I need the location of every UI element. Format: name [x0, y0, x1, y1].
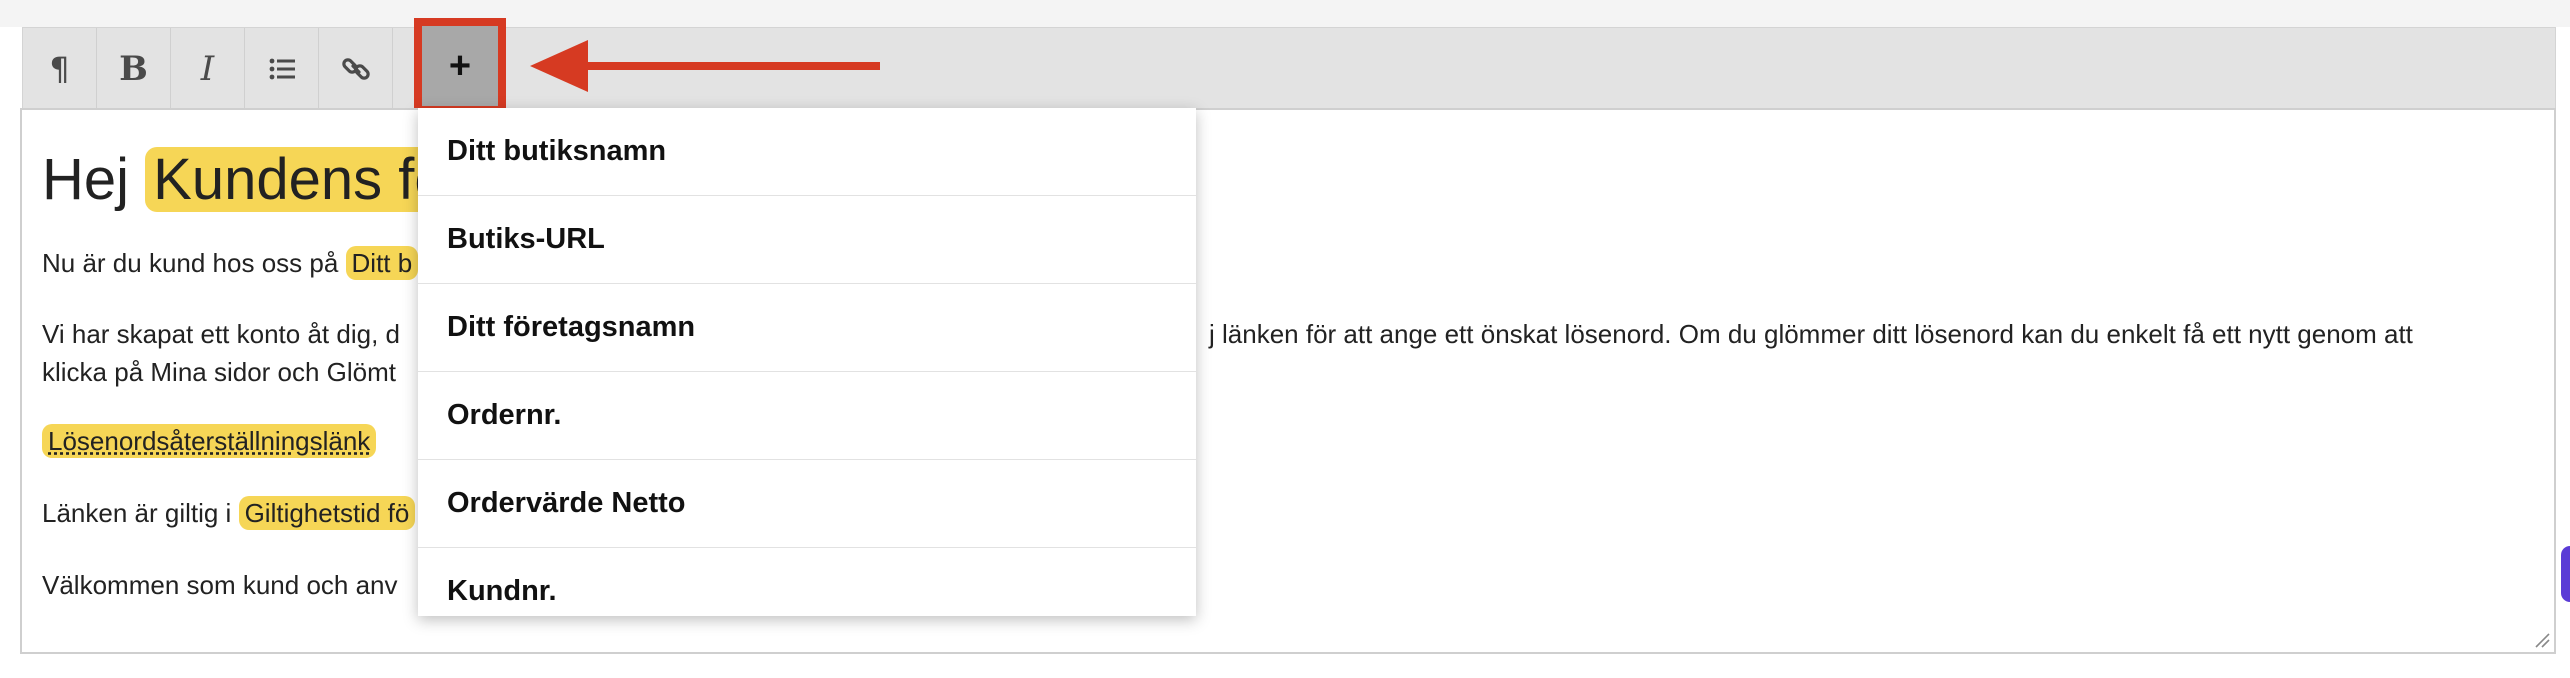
editor-toolbar: ¶ B I — [22, 27, 2556, 110]
dropdown-item-customer-number[interactable]: Kundnr. — [418, 548, 1196, 616]
paragraph-icon: ¶ — [49, 50, 70, 88]
paragraph-validity: Länken är giltig i Giltighetstid fö — [42, 494, 416, 532]
bullet-list-icon — [269, 58, 295, 80]
paragraph-reset-link: Lösenordsåterställningslänk — [42, 422, 377, 460]
side-widget-handle[interactable] — [2561, 546, 2570, 602]
paragraph-button[interactable]: ¶ — [23, 28, 97, 110]
dropdown-item-company-name[interactable]: Ditt företagsnamn — [418, 284, 1196, 372]
top-strip — [0, 0, 2570, 27]
dropdown-item-order-value-net[interactable]: Ordervärde Netto — [418, 460, 1196, 548]
p2-line2: klicka på Mina sidor och Glömt — [42, 357, 397, 387]
p2-line1-right: j länken för att ange ett önskat lösenor… — [1209, 319, 2413, 349]
insert-placeholder-button[interactable]: + — [414, 18, 506, 114]
shop-name-placeholder[interactable]: Ditt b — [345, 246, 419, 280]
paragraph-welcome: Välkommen som kund och anv — [42, 566, 398, 604]
password-reset-link-placeholder[interactable]: Lösenordsåterställningslänk — [42, 424, 377, 458]
link-icon — [341, 58, 370, 80]
p2-line1-left: Vi har skapat ett konto åt dig, d — [42, 319, 400, 349]
placeholder-dropdown: Ditt butiksnamn Butiks-URL Ditt företags… — [418, 108, 1196, 616]
bold-button[interactable]: B — [97, 28, 171, 110]
heading-prefix: Hej — [42, 147, 146, 212]
italic-button[interactable]: I — [171, 28, 245, 110]
dropdown-item-order-number[interactable]: Ordernr. — [418, 372, 1196, 460]
p4-text: Välkommen som kund och anv — [42, 570, 398, 600]
email-editor[interactable]: Hej Kundens fö Nu är du kund hos oss på … — [20, 108, 2556, 654]
link-button[interactable] — [319, 28, 393, 110]
validity-placeholder[interactable]: Giltighetstid fö — [238, 496, 416, 530]
p1-text: Nu är du kund hos oss på — [42, 248, 346, 278]
resize-grip-icon[interactable] — [2532, 630, 2550, 648]
italic-icon: I — [200, 49, 215, 89]
bullet-list-button[interactable] — [245, 28, 319, 110]
dropdown-item-shop-url[interactable]: Butiks-URL — [418, 196, 1196, 284]
plus-icon: + — [448, 44, 472, 87]
annotation-arrow-icon — [530, 40, 880, 92]
paragraph-shop: Nu är du kund hos oss på Ditt b — [42, 244, 419, 282]
heading: Hej Kundens fö — [42, 140, 455, 220]
p3-text: Länken är giltig i — [42, 498, 239, 528]
bold-icon: B — [119, 49, 148, 89]
customer-name-placeholder[interactable]: Kundens fö — [145, 147, 455, 212]
dropdown-item-shop-name[interactable]: Ditt butiksnamn — [418, 108, 1196, 196]
